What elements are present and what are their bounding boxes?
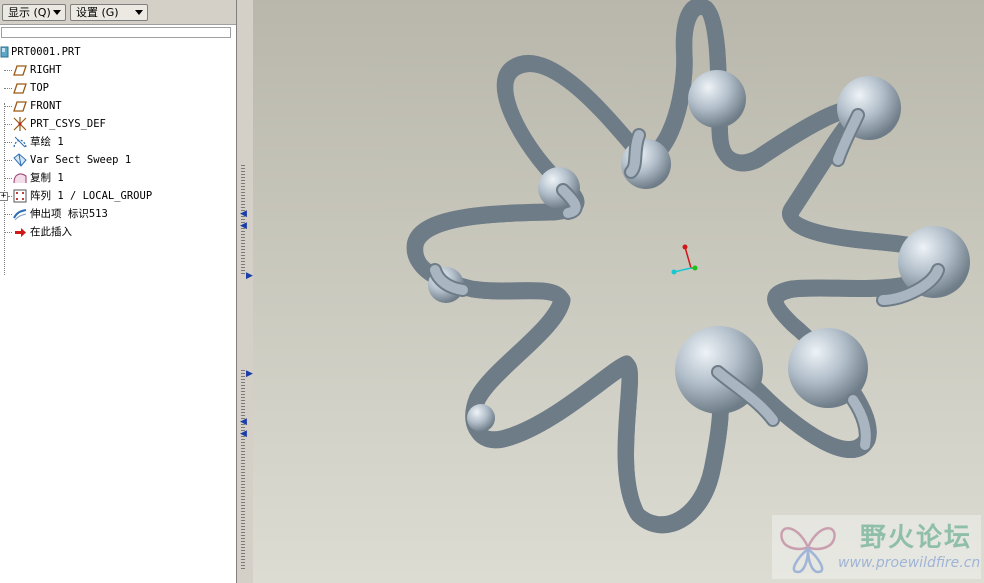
sketch-icon: [12, 134, 28, 150]
coordinate-system-icon: [12, 116, 28, 132]
model-tree: PRT0001.PRT RIGHT TOP FRONT PRT_CSYS_DEF…: [0, 43, 236, 583]
settings-menu-button[interactable]: 设置 (G): [70, 4, 148, 21]
tree-filter-input[interactable]: [1, 27, 231, 38]
tree-item-label: FRONT: [30, 100, 62, 112]
collapse-left-icon[interactable]: ◀: [240, 222, 247, 231]
dropdown-arrow-icon: [135, 10, 143, 15]
settings-menu-label: 设置 (G): [76, 6, 119, 19]
collapse-left-icon[interactable]: ◀: [240, 210, 247, 219]
expand-right-icon[interactable]: ▶: [246, 370, 253, 379]
tree-item-label: Var Sect Sweep 1: [30, 154, 132, 166]
splitter-grip: [241, 165, 245, 275]
model-tree-panel: 显示 (Q) 设置 (G) PRT0001.PRT RIGHT TOP FRON…: [0, 0, 237, 583]
tree-item-label: 草绘 1: [30, 136, 64, 148]
display-menu-button[interactable]: 显示 (Q): [2, 4, 66, 21]
tree-item-label: PRT0001.PRT: [11, 46, 81, 58]
tree-item-label: RIGHT: [30, 64, 62, 76]
dropdown-arrow-icon: [53, 10, 61, 15]
tree-connector-line: [4, 103, 5, 275]
tree-item-label: 伸出项 标识513: [30, 208, 108, 220]
datum-plane-icon: [12, 62, 28, 78]
pattern-icon: [12, 188, 28, 204]
sweep-icon: [12, 152, 28, 168]
splitter-grip: [241, 370, 245, 570]
copy-icon: [12, 170, 28, 186]
sphere: [467, 404, 495, 432]
tree-item-label: 在此插入: [30, 226, 72, 238]
tree-item-label: 复制 1: [30, 172, 64, 184]
protrusion-icon: [12, 206, 28, 222]
tree-item-label: TOP: [30, 82, 49, 94]
datum-plane-icon: [12, 80, 28, 96]
collapse-left-icon[interactable]: ◀: [240, 430, 247, 439]
tree-expand-toggle[interactable]: +: [0, 192, 8, 201]
tree-item-label: 阵列 1 / LOCAL_GROUP: [30, 190, 153, 202]
graphics-viewport[interactable]: 野火论坛 www.proewildfire.cn: [253, 0, 984, 583]
insert-here-arrow-icon: [12, 224, 28, 240]
display-menu-label: 显示 (Q): [8, 6, 51, 19]
watermark-url: www.proewildfire.cn: [838, 555, 981, 571]
sphere: [688, 70, 746, 128]
forum-watermark: 野火论坛 www.proewildfire.cn: [772, 515, 981, 579]
expand-right-icon[interactable]: ▶: [246, 272, 253, 281]
tree-item-label: PRT_CSYS_DEF: [30, 118, 106, 130]
coordinate-triad: [671, 244, 698, 275]
butterfly-logo-icon: [780, 527, 836, 574]
model-render: [253, 0, 970, 583]
collapse-left-icon[interactable]: ◀: [240, 418, 247, 427]
datum-plane-icon: [12, 98, 28, 114]
panel-splitter[interactable]: ◀ ◀ ▶ ▶ ◀ ◀: [237, 0, 253, 583]
watermark-title: 野火论坛: [860, 523, 973, 553]
model-tree-toolbar: 显示 (Q) 设置 (G): [0, 0, 236, 25]
